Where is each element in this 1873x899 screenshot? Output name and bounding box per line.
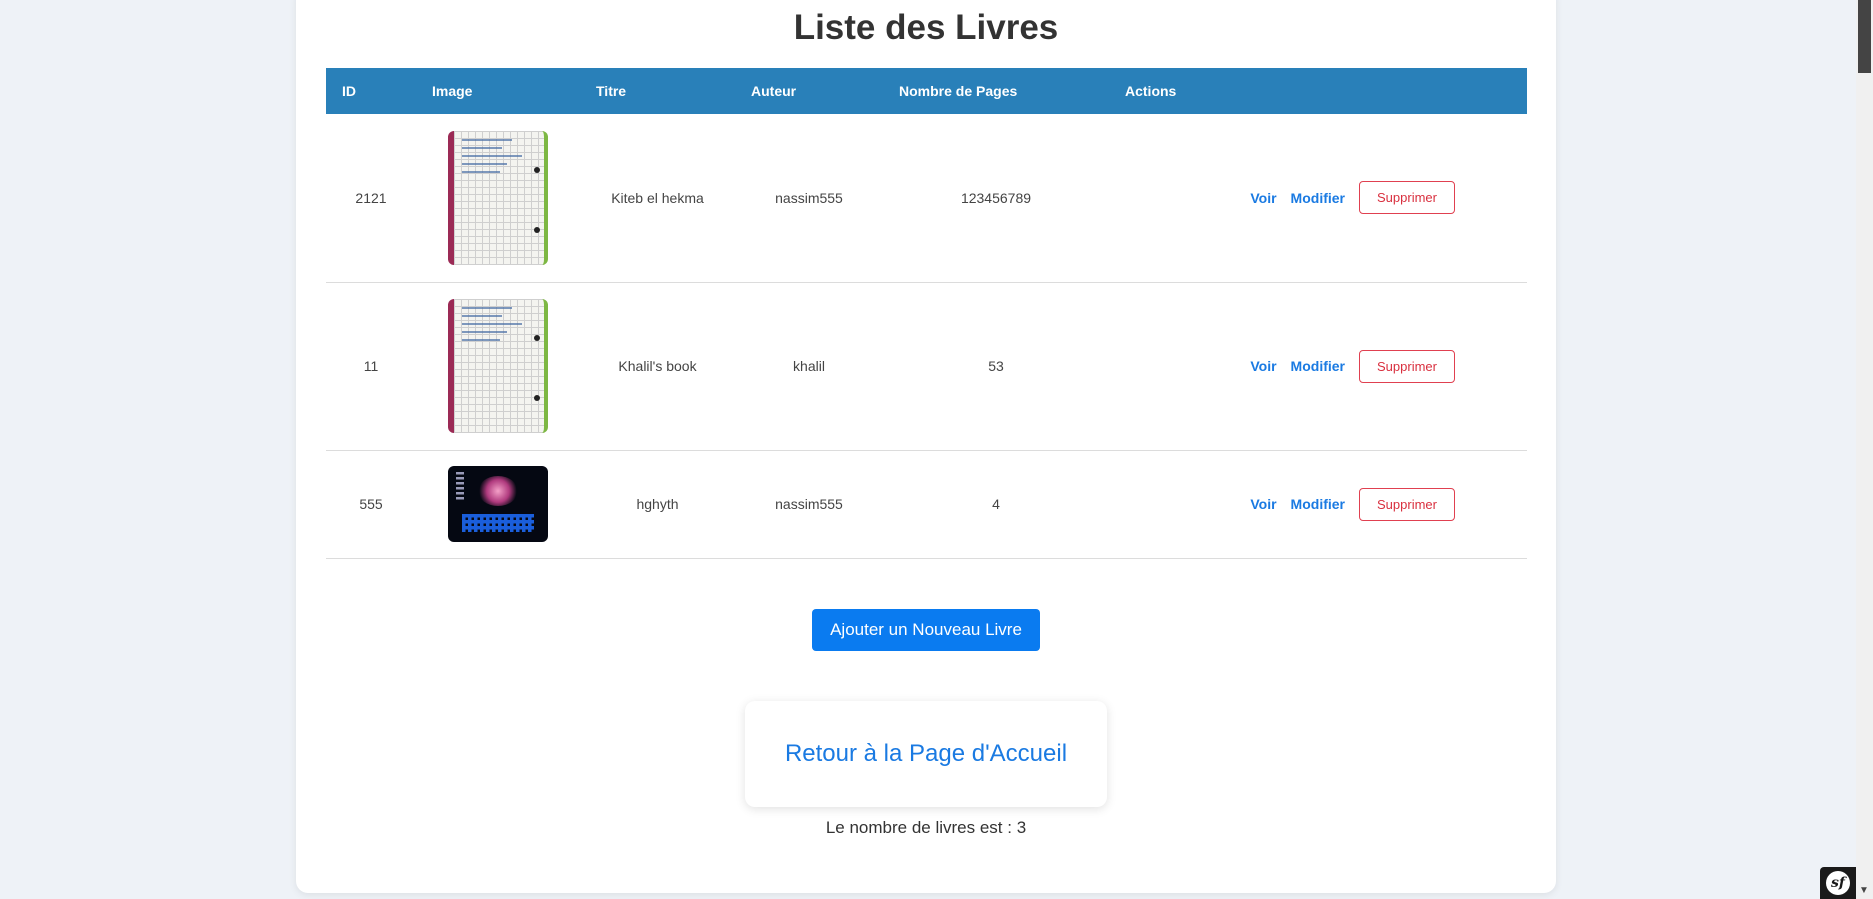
book-cover-image — [448, 466, 548, 542]
symfony-toolbar-toggle[interactable]: sf — [1820, 867, 1856, 899]
edit-button[interactable]: Modifier — [1291, 190, 1345, 206]
cell-actions: Voir Modifier Supprimer — [1109, 282, 1527, 451]
delete-button[interactable]: Supprimer — [1359, 487, 1455, 521]
add-book-button[interactable]: Ajouter un Nouveau Livre — [812, 609, 1040, 651]
cell-author: khalil — [735, 282, 883, 451]
table-row: 2121 Kiteb el hekma nassim555 123456789 — [326, 114, 1527, 283]
vertical-scrollbar[interactable]: ▼ — [1856, 0, 1873, 899]
book-count-text: Le nombre de livres est : 3 — [825, 818, 1027, 837]
delete-button[interactable]: Supprimer — [1359, 181, 1455, 215]
cell-image — [416, 450, 580, 559]
table-row: 11 Khalil's book khalil 53 Voir Modifier… — [326, 282, 1527, 451]
header-id: ID — [326, 68, 416, 114]
view-button[interactable]: Voir — [1250, 496, 1276, 512]
header-author: Auteur — [735, 68, 883, 114]
cell-id: 555 — [326, 450, 416, 559]
cell-author: nassim555 — [735, 114, 883, 283]
cell-title: Kiteb el hekma — [580, 114, 735, 283]
cell-image — [416, 114, 580, 283]
edit-button[interactable]: Modifier — [1291, 358, 1345, 374]
symfony-icon: sf — [1826, 871, 1850, 895]
book-cover-image — [448, 299, 548, 433]
scrollbar-thumb[interactable] — [1858, 0, 1871, 73]
header-pages: Nombre de Pages — [883, 68, 1109, 114]
books-table: ID Image Titre Auteur Nombre de Pages Ac… — [326, 68, 1527, 559]
cell-id: 2121 — [326, 114, 416, 283]
cell-pages: 4 — [883, 450, 1109, 559]
header-actions: Actions — [1109, 68, 1527, 114]
header-title: Titre — [580, 68, 735, 114]
home-card: Retour à la Page d'Accueil — [745, 701, 1107, 807]
cell-actions: Voir Modifier Supprimer — [1109, 450, 1527, 559]
cell-author: nassim555 — [735, 450, 883, 559]
cell-id: 11 — [326, 282, 416, 451]
book-cover-image — [448, 130, 548, 265]
table-header-row: ID Image Titre Auteur Nombre de Pages Ac… — [326, 68, 1527, 114]
cell-pages: 53 — [883, 282, 1109, 451]
header-image: Image — [416, 68, 580, 114]
cell-actions: Voir Modifier Supprimer — [1109, 114, 1527, 283]
delete-button[interactable]: Supprimer — [1359, 349, 1455, 383]
cell-title: Khalil's book — [580, 282, 735, 451]
table-row: 555 hghyth nassim555 4 Voir Modifier Sup… — [326, 450, 1527, 559]
cell-title: hghyth — [580, 450, 735, 559]
scroll-down-arrow-icon[interactable]: ▼ — [1859, 885, 1869, 896]
cell-pages: 123456789 — [883, 114, 1109, 283]
page-title: Liste des Livres — [793, 8, 1059, 47]
cell-image — [416, 282, 580, 451]
view-button[interactable]: Voir — [1250, 358, 1276, 374]
home-link[interactable]: Retour à la Page d'Accueil — [785, 740, 1067, 768]
main-card: Liste des Livres ID Image Titre Auteur N… — [296, 0, 1556, 893]
view-button[interactable]: Voir — [1250, 190, 1276, 206]
edit-button[interactable]: Modifier — [1291, 496, 1345, 512]
